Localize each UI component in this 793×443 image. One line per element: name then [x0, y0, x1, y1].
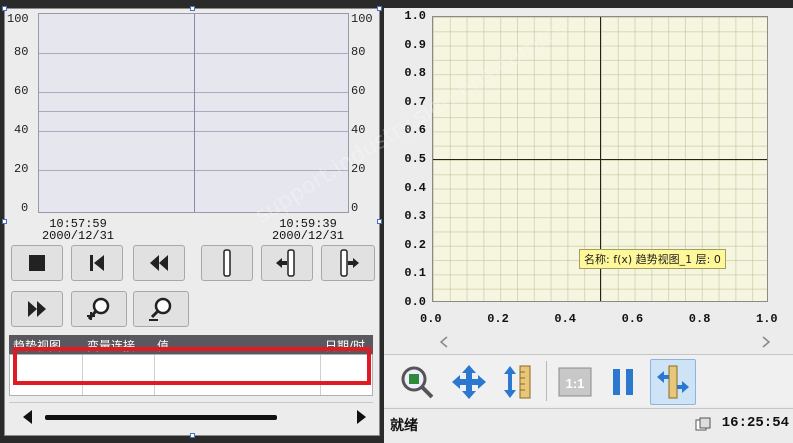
skip-back-icon [90, 255, 104, 271]
y-tick-left: 0 [21, 201, 29, 215]
zoom-out-button[interactable] [133, 291, 189, 327]
stop-icon [29, 255, 45, 271]
y-tick-right: 0 [351, 201, 359, 215]
scroll-right-icon[interactable] [357, 410, 367, 424]
resize-handle[interactable] [377, 6, 382, 11]
y-tick-right: 20 [351, 162, 366, 176]
scroll-thumb[interactable] [45, 415, 277, 420]
y-tick: 1.0 [404, 9, 426, 23]
y-tick-right: 40 [351, 123, 366, 137]
ruler-forward-button[interactable] [321, 245, 375, 281]
status-icon [695, 417, 711, 431]
pause-button[interactable] [600, 359, 646, 405]
zoom-y-button[interactable] [496, 359, 542, 405]
status-text: 就绪 [390, 418, 418, 434]
fx-trend-view-panel: 名称: f(x) 趋势视图_1 层: 0 1:1 就绪 16:25:54 1.0… [384, 8, 793, 443]
stop-button[interactable] [11, 245, 63, 281]
zoom-out-icon [149, 297, 172, 321]
fast-forward-icon [28, 301, 46, 317]
y-tick: 0.6 [404, 123, 426, 138]
y-tick-left: 20 [14, 162, 29, 176]
zoom-in-icon [87, 297, 110, 320]
x-start-date: 2000/12/31 [41, 229, 114, 243]
y-tick-left: 80 [14, 45, 29, 59]
one-to-one-button[interactable]: 1:1 [552, 359, 598, 405]
y-tick: 0.9 [404, 37, 426, 52]
scroll-left-icon[interactable] [23, 410, 33, 424]
screen: 100 80 60 40 20 0 100 80 60 40 20 0 10:5… [0, 0, 793, 443]
x-tick: 0.8 [688, 312, 711, 326]
rewind-button[interactable] [133, 245, 185, 281]
fx-plot-area[interactable]: 名称: f(x) 趋势视图_1 层: 0 [432, 16, 768, 302]
x-tick: 0.4 [554, 312, 576, 326]
status-bar: 就绪 16:25:54 [384, 408, 793, 443]
trend-view-panel: 100 80 60 40 20 0 100 80 60 40 20 0 10:5… [2, 6, 382, 438]
scroll-left-icon[interactable] [440, 336, 448, 348]
x-end-date: 2000/12/31 [271, 229, 344, 243]
to-start-button[interactable] [71, 245, 123, 281]
y-tick-right: 100 [351, 12, 373, 26]
resize-handle[interactable] [2, 219, 7, 224]
ruler-button[interactable] [201, 245, 253, 281]
move-button[interactable] [446, 359, 492, 405]
ruler-icon [223, 249, 231, 277]
y-tick: 0.0 [404, 295, 426, 309]
ruler-line[interactable] [194, 14, 195, 212]
fx-toolbar: 1:1 [384, 354, 793, 406]
y-tick-right: 60 [351, 84, 366, 98]
x-start-label: 10:57:59 2000/12/31 [33, 218, 123, 242]
zoom-y-icon [504, 365, 531, 399]
ruler-icon [657, 365, 689, 399]
ruler-left-icon [276, 249, 295, 277]
svg-text:1:1: 1:1 [566, 376, 585, 391]
y-tick-left: 60 [14, 84, 29, 98]
pause-icon [613, 369, 633, 395]
y-tick: 0.4 [404, 180, 426, 195]
toolbar-separator [546, 361, 547, 401]
status-clock: 16:25:54 [721, 415, 789, 431]
scroll-right-icon[interactable] [762, 336, 770, 348]
zoom-area-button[interactable] [394, 359, 440, 405]
forward-button[interactable] [11, 291, 63, 327]
y-tick: 0.2 [404, 237, 426, 252]
ruler-back-button[interactable] [261, 245, 313, 281]
resize-handle[interactable] [377, 219, 382, 224]
rewind-icon [150, 255, 168, 271]
y-tick: 0.1 [404, 266, 426, 281]
move-icon [452, 365, 486, 399]
y-tick: 0.8 [404, 66, 426, 81]
y-tick-right: 80 [351, 45, 366, 59]
ruler-right-icon [340, 249, 359, 277]
x-tick: 0.6 [621, 312, 644, 326]
horizontal-scrollbar[interactable] [9, 402, 373, 430]
x-end-label: 10:59:39 2000/12/31 [263, 218, 353, 242]
y-tick-left: 40 [14, 123, 29, 137]
x-tick: 0.2 [487, 312, 509, 326]
fx-horizontal-scrollbar[interactable] [384, 330, 793, 352]
one-to-one-icon: 1:1 [558, 367, 592, 397]
fx-tooltip: 名称: f(x) 趋势视图_1 层: 0 [579, 249, 726, 269]
y-tick-left: 100 [7, 12, 29, 26]
x-tick: 0.0 [420, 312, 442, 326]
ruler-horizontal[interactable] [433, 159, 767, 160]
x-tick: 1.0 [756, 312, 778, 326]
y-tick: 0.3 [404, 209, 426, 224]
zoom-area-icon [401, 366, 434, 399]
zoom-in-button[interactable] [71, 291, 127, 327]
highlight-box [13, 347, 371, 385]
resize-handle[interactable] [190, 6, 195, 11]
y-tick: 0.7 [404, 94, 426, 109]
ruler-toggle-button[interactable] [650, 359, 696, 405]
y-tick: 0.5 [404, 152, 426, 166]
trend-plot-area[interactable] [38, 13, 349, 213]
resize-handle[interactable] [2, 6, 7, 11]
resize-handle[interactable] [190, 433, 195, 438]
